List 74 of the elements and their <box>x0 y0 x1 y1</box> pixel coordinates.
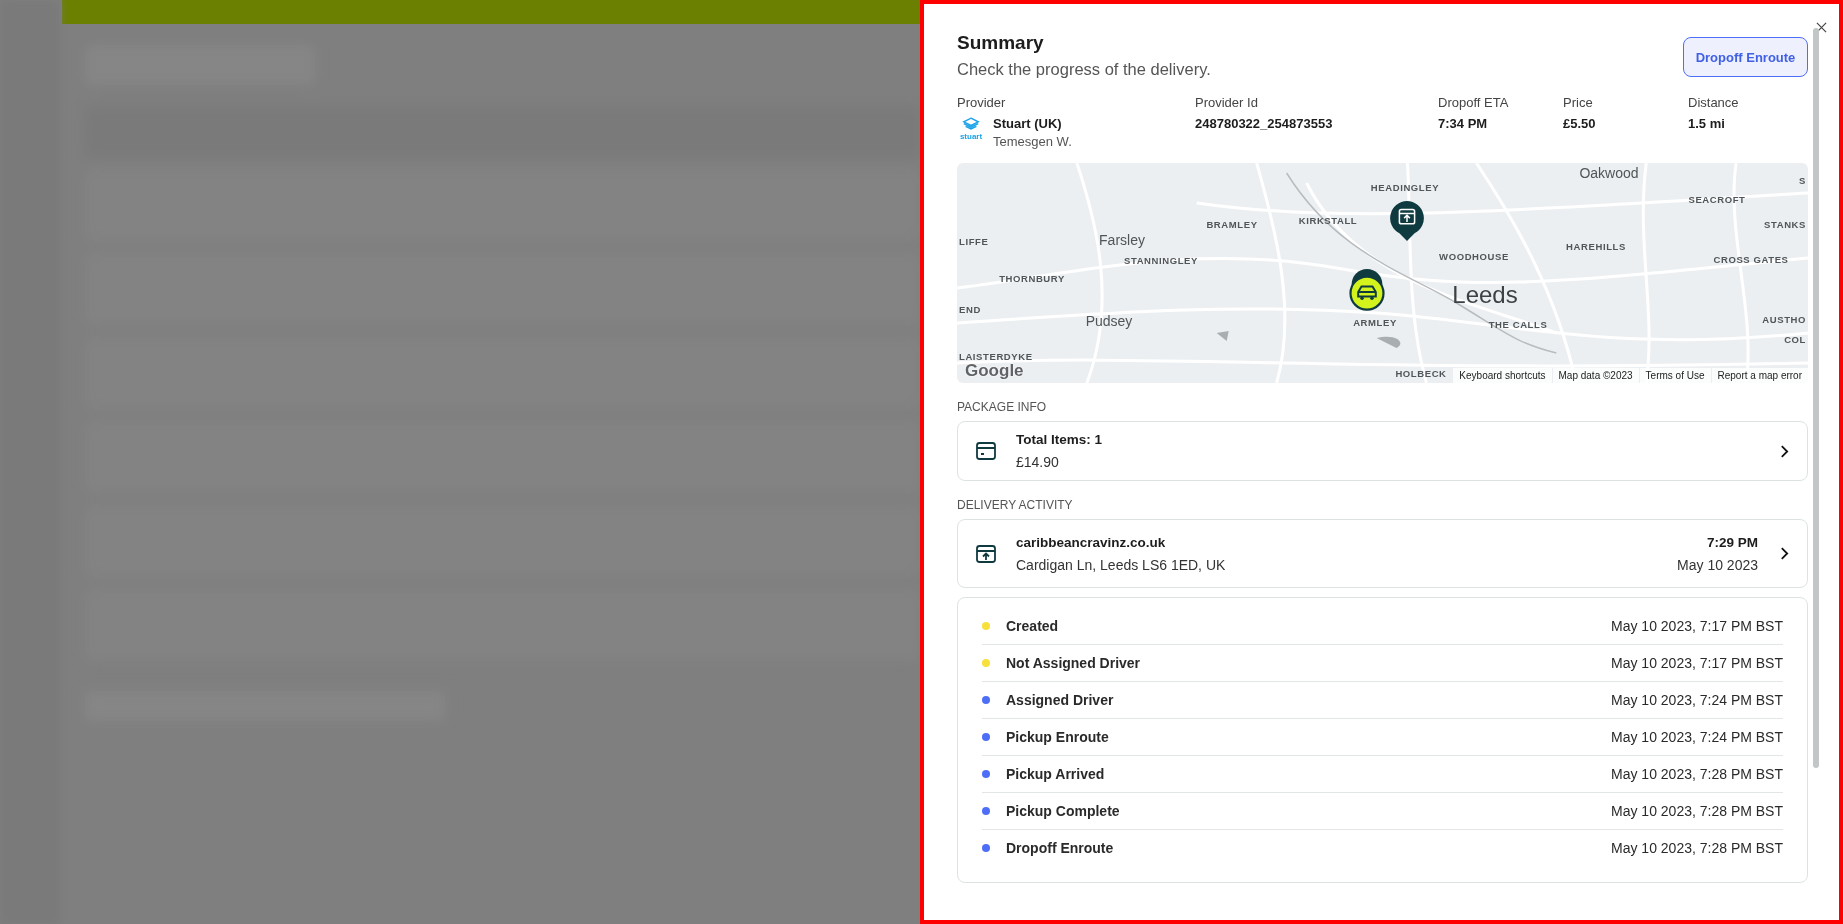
panel-title: Summary <box>957 32 1045 54</box>
map-attribution-link[interactable]: Report a map error <box>1711 368 1808 383</box>
detail-label: Provider <box>957 95 1007 110</box>
detail-label: Provider Id <box>1195 95 1259 110</box>
chevron-right-icon <box>1780 547 1789 560</box>
detail-label: Dropoff ETA <box>1438 95 1510 110</box>
map-place-label: SEACROFT <box>1688 193 1746 205</box>
close-icon[interactable] <box>1816 22 1827 33</box>
pickup-date: May 10 2023 <box>1677 556 1758 573</box>
status-timestamp: May 10 2023, 7:17 PM BST <box>1611 618 1783 634</box>
panel-subtitle: Check the progress of the delivery. <box>957 60 1211 79</box>
map-place-label: Farsley <box>1099 232 1145 248</box>
map-place-label: STANKS <box>1764 218 1806 230</box>
map-attribution-link[interactable]: Keyboard shortcuts <box>1453 368 1552 383</box>
map-place-label: KIRKSTALL <box>1298 214 1358 226</box>
package-card[interactable]: Total Items: 1 £14.90 <box>957 421 1808 481</box>
status-button[interactable]: Dropoff Enroute <box>1683 37 1808 77</box>
status-label: Created <box>1006 618 1060 634</box>
map-place-label: S <box>1799 174 1806 186</box>
status-label: Not Assigned Driver <box>1006 655 1142 671</box>
map-place-label: CROSS GATES <box>1713 253 1789 265</box>
map-place-label: STANNINGLEY <box>1124 254 1198 266</box>
scrollbar[interactable] <box>1813 28 1819 768</box>
detail-label: Price <box>1563 95 1594 110</box>
car-marker-icon[interactable] <box>1347 269 1387 313</box>
pickup-card[interactable]: caribbeancravinz.co.uk Cardigan Ln, Leeds LS6 1ED, UK 7:29 PM May 10 2023 <box>957 519 1808 588</box>
pickup-time: 7:29 PM <box>1706 534 1758 550</box>
map-pin-icon[interactable] <box>1388 199 1426 243</box>
map-place-label: COL <box>1784 333 1806 345</box>
status-timestamp: May 10 2023, 7:17 PM BST <box>1611 655 1783 671</box>
map-place-label: LIFFE <box>959 235 989 247</box>
package-icon <box>974 439 998 463</box>
detail-label: Distance <box>1688 95 1740 110</box>
section-heading: PACKAGE INFO <box>957 400 1048 414</box>
map-place-label: LAISTERDYKE <box>959 350 1033 362</box>
status-timestamp: May 10 2023, 7:24 PM BST <box>1611 692 1783 708</box>
pickup-address: Cardigan Ln, Leeds LS6 1ED, UK <box>1016 556 1227 573</box>
detail-value: 248780322_254873553 <box>1195 116 1333 131</box>
status-timestamp: May 10 2023, 7:28 PM BST <box>1611 803 1783 819</box>
detail-value: 7:34 PM <box>1438 116 1488 131</box>
map-place-label: THORNBURY <box>999 272 1065 284</box>
map-logo: Google <box>965 361 1024 381</box>
pickup-name: caribbeancravinz.co.uk <box>1016 534 1167 550</box>
map-place-label: WOODHOUSE <box>1439 250 1509 262</box>
detail-value: £5.50 <box>1563 116 1596 131</box>
detail-value: Stuart (UK) <box>993 116 1063 131</box>
status-label: Pickup Complete <box>1006 803 1121 819</box>
map-place-label: ARMLEY <box>1353 316 1397 328</box>
map-place-label: BRAMLEY <box>1206 218 1258 230</box>
status-timestamp: May 10 2023, 7:28 PM BST <box>1611 840 1783 856</box>
provider-logo: stuart <box>957 117 985 141</box>
status-timestamp: May 10 2023, 7:24 PM BST <box>1611 729 1783 745</box>
map-place-label: HOLBECK <box>1395 367 1447 379</box>
map-place-label: AUSTHO <box>1762 313 1806 325</box>
map-attribution-link[interactable]: Map data ©2023 <box>1552 368 1639 383</box>
map-place-label: Pudsey <box>1085 313 1133 329</box>
package-amount: £14.90 <box>1016 454 1060 470</box>
status-timestamp: May 10 2023, 7:28 PM BST <box>1611 766 1783 782</box>
status-label: Pickup Arrived <box>1006 766 1106 782</box>
chevron-right-icon <box>1780 444 1789 458</box>
detail-subvalue: Temesgen W. <box>993 134 1072 149</box>
map-place-label: Leeds <box>1452 281 1518 309</box>
map-place-label: END <box>959 303 981 315</box>
package-total: Total Items: 1 <box>1016 432 1104 447</box>
map-place-label: Oakwood <box>1579 165 1639 181</box>
detail-value: 1.5 mi <box>1688 116 1725 131</box>
map-place-label: THE CALLS <box>1488 318 1548 330</box>
status-label: Dropoff Enroute <box>1006 840 1115 856</box>
map-place-label: HAREHILLS <box>1566 240 1626 252</box>
map-attribution-link[interactable]: Terms of Use <box>1639 368 1711 383</box>
section-heading: DELIVERY ACTIVITY <box>957 498 1074 512</box>
status-label: Pickup Enroute <box>1006 729 1110 745</box>
status-label: Assigned Driver <box>1006 692 1115 708</box>
map-place-label: HEADINGLEY <box>1370 181 1440 193</box>
